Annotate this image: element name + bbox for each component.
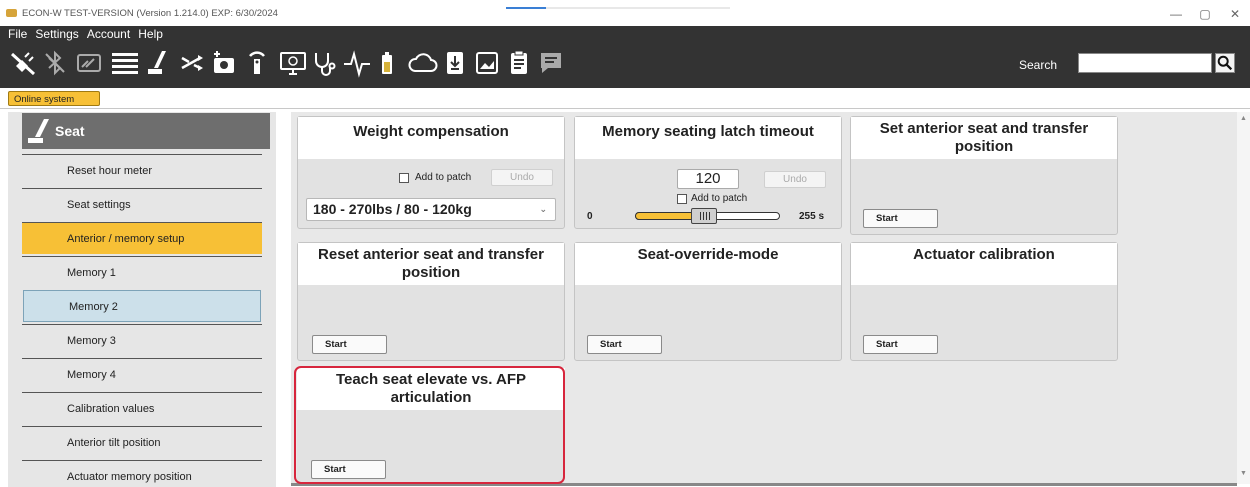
card-title: Reset anterior seat and transfer positio… xyxy=(298,243,564,285)
tab-divider xyxy=(0,108,1250,109)
seat-icon[interactable] xyxy=(144,48,174,78)
minimize-button[interactable]: — xyxy=(1163,6,1189,22)
progress-track xyxy=(546,7,730,9)
scroll-down-icon[interactable]: ▼ xyxy=(1240,470,1247,477)
sidebar-item-label: Memory 3 xyxy=(67,335,116,347)
window-title: ECON-W TEST-VERSION (Version 1.214.0) EX… xyxy=(22,8,278,19)
sidebar-item-label: Memory 4 xyxy=(67,369,116,381)
close-button[interactable]: ✕ xyxy=(1222,6,1248,22)
timeout-slider-fill xyxy=(635,212,696,220)
sidebar-item-memory-3[interactable]: Memory 3 xyxy=(22,324,262,356)
progress-bar xyxy=(506,7,546,9)
undo-button[interactable]: Undo xyxy=(764,171,826,188)
stethoscope-icon[interactable] xyxy=(310,48,340,78)
seat-icon xyxy=(25,116,55,146)
search-label: Search xyxy=(1019,58,1058,72)
sidebar-item-reset-hour-meter[interactable]: Reset hour meter xyxy=(22,154,262,186)
card-memory-seating-latch-timeout: Memory seating latch timeout 120 Undo Ad… xyxy=(574,116,842,229)
card-set-anterior-seat: Set anterior seat and transfer position … xyxy=(850,116,1118,235)
app-icon xyxy=(6,9,17,17)
main-scrollbar[interactable]: ▲ ▼ xyxy=(1237,112,1250,484)
sidebar-item-memory-1[interactable]: Memory 1 xyxy=(22,256,262,288)
camera-add-icon[interactable] xyxy=(210,48,240,78)
maximize-button[interactable]: ▢ xyxy=(1192,6,1218,22)
sidebar-title: Seat xyxy=(55,123,85,139)
card-actuator-calibration: Actuator calibration Start xyxy=(850,242,1118,361)
weight-range-value: 180 - 270lbs / 80 - 120kg xyxy=(313,201,472,217)
menu-file[interactable]: File xyxy=(8,26,27,42)
sidebar-item-calibration-values[interactable]: Calibration values xyxy=(22,392,262,424)
menu-settings[interactable]: Settings xyxy=(35,26,78,42)
card-title: Set anterior seat and transfer position xyxy=(851,117,1117,159)
sidebar-item-memory-2[interactable]: Memory 2 xyxy=(23,290,261,322)
magnifier-icon xyxy=(1217,55,1233,71)
sidebar-item-label: Actuator memory position xyxy=(67,471,192,483)
sidebar-item-anterior-tilt-position[interactable]: Anterior tilt position xyxy=(22,426,262,458)
sidebar-item-actuator-memory-position[interactable]: Actuator memory position xyxy=(22,460,262,487)
sidebar: Seat Reset hour meter Seat settings Ante… xyxy=(8,112,276,487)
pulse-icon[interactable] xyxy=(342,48,372,78)
sidebar-item-label: Seat settings xyxy=(67,199,131,211)
image-icon[interactable] xyxy=(472,48,502,78)
highlight-box xyxy=(294,366,565,484)
sidebar-item-label: Anterior tilt position xyxy=(67,437,161,449)
start-button[interactable]: Start xyxy=(587,335,662,354)
shuffle-icon[interactable] xyxy=(178,48,208,78)
undo-button[interactable]: Undo xyxy=(491,169,553,186)
message-icon[interactable] xyxy=(536,48,566,78)
card-title: Weight compensation xyxy=(298,117,564,159)
menu-account[interactable]: Account xyxy=(87,26,130,42)
start-button[interactable]: Start xyxy=(863,209,938,228)
title-bar: ECON-W TEST-VERSION (Version 1.214.0) EX… xyxy=(0,0,1250,26)
bluetooth-icon[interactable] xyxy=(40,48,70,78)
sidebar-header[interactable]: Seat xyxy=(22,113,270,149)
monitor-icon[interactable] xyxy=(278,48,308,78)
start-button[interactable]: Start xyxy=(312,335,387,354)
sidebar-item-anterior-memory-setup[interactable]: Anterior / memory setup xyxy=(22,222,262,254)
card-title: Seat-override-mode xyxy=(575,243,841,285)
add-to-patch-label: Add to patch xyxy=(691,193,748,204)
sidebar-item-label: Memory 1 xyxy=(67,267,116,279)
timeout-slider-thumb[interactable] xyxy=(690,208,717,224)
menu-bar: File Settings Account Help xyxy=(8,26,168,42)
chevron-down-icon: ⌄ xyxy=(539,204,547,214)
slider-min-label: 0 xyxy=(587,211,593,222)
sidebar-item-label: Anterior / memory setup xyxy=(67,233,185,245)
cloud-icon[interactable] xyxy=(408,48,438,78)
sidebar-item-label: Reset hour meter xyxy=(67,165,152,177)
add-to-patch-checkbox[interactable] xyxy=(399,173,409,183)
menu-help[interactable]: Help xyxy=(138,26,163,42)
disconnect-plug-icon[interactable] xyxy=(8,48,38,78)
download-icon[interactable] xyxy=(440,48,470,78)
signal-tower-icon[interactable] xyxy=(242,48,272,78)
tab-online-system[interactable]: Online system xyxy=(8,91,100,106)
tab-row xyxy=(0,88,1250,110)
scroll-up-icon[interactable]: ▲ xyxy=(1240,115,1247,122)
sidebar-item-memory-4[interactable]: Memory 4 xyxy=(22,358,262,390)
menu-toolbar-region: File Settings Account Help Search xyxy=(0,26,1250,88)
card-seat-override-mode: Seat-override-mode Start xyxy=(574,242,842,361)
search-input[interactable] xyxy=(1078,53,1212,73)
display-icon[interactable] xyxy=(74,48,104,78)
timeout-value-input[interactable]: 120 xyxy=(677,169,739,189)
card-title: Memory seating latch timeout xyxy=(575,117,841,159)
add-to-patch-checkbox[interactable] xyxy=(677,194,687,204)
sidebar-item-seat-settings[interactable]: Seat settings xyxy=(22,188,262,220)
sidebar-item-label: Memory 2 xyxy=(69,301,118,313)
card-weight-compensation: Weight compensation Add to patch Undo 18… xyxy=(297,116,565,229)
start-button[interactable]: Start xyxy=(863,335,938,354)
search-button[interactable] xyxy=(1215,53,1235,73)
clipboard-icon[interactable] xyxy=(504,48,534,78)
battery-icon[interactable] xyxy=(372,48,402,78)
list-icon[interactable] xyxy=(110,48,140,78)
weight-range-select[interactable]: 180 - 270lbs / 80 - 120kg ⌄ xyxy=(306,198,556,221)
sidebar-item-label: Calibration values xyxy=(67,403,155,415)
toolbar xyxy=(6,44,626,82)
add-to-patch-label: Add to patch xyxy=(415,172,472,183)
card-reset-anterior-seat: Reset anterior seat and transfer positio… xyxy=(297,242,565,361)
slider-max-label: 255 s xyxy=(799,211,825,222)
card-title: Actuator calibration xyxy=(851,243,1117,285)
